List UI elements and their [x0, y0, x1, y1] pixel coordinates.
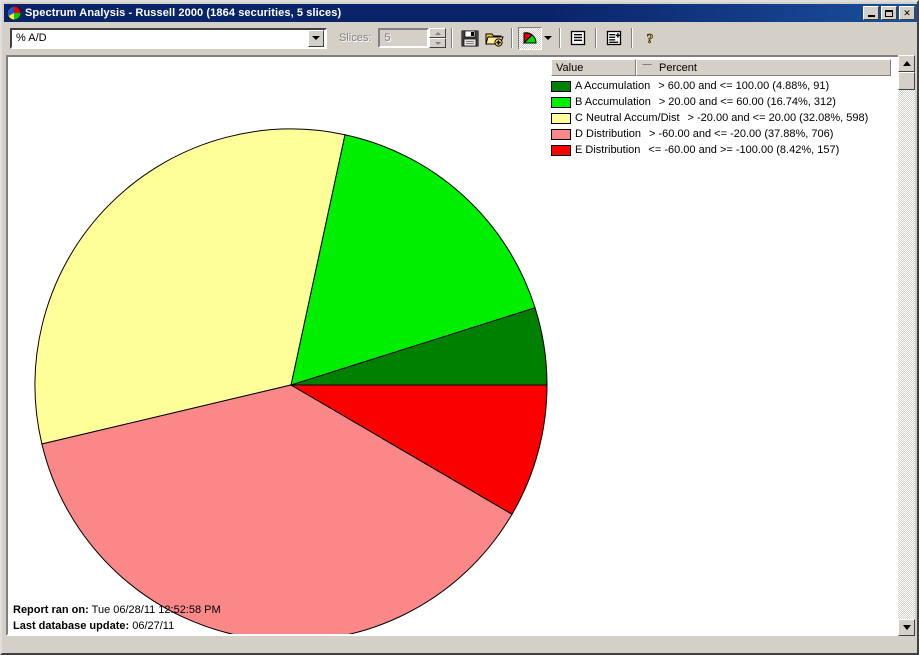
- legend-header: Value Percent: [551, 59, 891, 76]
- window-controls: ✕: [863, 6, 915, 20]
- slices-stepper[interactable]: 5: [378, 28, 447, 48]
- chart-view-button[interactable]: [518, 26, 543, 50]
- title-bar[interactable]: Spectrum Analysis - Russell 2000 (1864 s…: [4, 4, 917, 22]
- toolbar-separator: [511, 28, 514, 48]
- sort-descending-icon: [642, 64, 652, 71]
- pie-chart-icon: [6, 5, 22, 21]
- legend-color-swatch: [551, 144, 571, 156]
- slices-label: Slices:: [339, 32, 372, 44]
- maximize-button[interactable]: [881, 6, 897, 20]
- report-ran-value: Tue 06/28/11 12:52:58 PM: [91, 604, 221, 616]
- scroll-thumb[interactable]: [898, 72, 915, 90]
- slices-increment-button[interactable]: [429, 28, 447, 38]
- db-update-value: 06/27/11: [132, 620, 175, 632]
- triangle-up-icon: [434, 31, 441, 35]
- legend-row[interactable]: E Distribution <= -60.00 and >= -100.00 (…: [551, 142, 891, 158]
- slices-decrement-button[interactable]: [429, 38, 447, 48]
- legend-row[interactable]: D Distribution > -60.00 and <= -20.00 (37…: [551, 126, 891, 142]
- legend-row-name: D Distribution: [575, 128, 642, 140]
- db-update-label: Last database update:: [13, 620, 130, 632]
- triangle-up-icon: [902, 61, 911, 66]
- question-mark-icon: ?: [647, 32, 655, 46]
- legend-row[interactable]: C Neutral Accum/Dist > -20.00 and <= 20.0…: [551, 110, 891, 126]
- report-ran-line: Report ran on: Tue 06/28/11 12:52:58 PM: [13, 602, 221, 618]
- svg-text:?: ?: [647, 32, 654, 46]
- scroll-up-button[interactable]: [898, 55, 915, 72]
- close-button[interactable]: ✕: [899, 6, 915, 20]
- toolbar-separator: [559, 28, 562, 48]
- column-header-value[interactable]: Value: [551, 59, 636, 76]
- legend-row[interactable]: B Accumulation > 20.00 and <= 60.00 (16.7…: [551, 94, 891, 110]
- triangle-down-icon: [434, 41, 441, 45]
- legend-row-description: > -20.00 and <= 20.00 (32.08%, 598): [687, 112, 869, 124]
- slices-value: 5: [384, 32, 391, 44]
- toolbar-separator: [595, 28, 598, 48]
- list-view-button[interactable]: [566, 27, 590, 50]
- report-status: Report ran on: Tue 06/28/11 12:52:58 PM …: [13, 602, 221, 634]
- legend-panel: Value Percent A Accumulation > 60.00 and …: [551, 59, 891, 158]
- legend-row-description: > -60.00 and <= -20.00 (37.88%, 706): [649, 128, 834, 140]
- minimize-button[interactable]: [863, 6, 879, 20]
- floppy-disk-icon: [461, 30, 479, 46]
- legend-row-description: > 20.00 and <= 60.00 (16.74%, 312): [658, 96, 836, 108]
- slices-spin-buttons[interactable]: [429, 28, 447, 48]
- toolbar-separator: [631, 28, 634, 48]
- legend-row-name: C Neutral Accum/Dist: [575, 112, 680, 124]
- spectrum-analysis-window: Spectrum Analysis - Russell 2000 (1864 s…: [0, 0, 919, 655]
- legend-color-swatch: [551, 128, 571, 140]
- column-header-percent-label: Percent: [659, 61, 697, 74]
- minimize-icon: [867, 14, 875, 17]
- legend-row-description: > 60.00 and <= 100.00 (4.88%, 91): [658, 80, 830, 92]
- chevron-down-icon: [544, 36, 553, 40]
- db-update-line: Last database update: 06/27/11: [13, 618, 221, 634]
- indicator-select-value: % A/D: [16, 32, 47, 44]
- list-view-icon: [571, 30, 586, 46]
- window-title: Spectrum Analysis - Russell 2000 (1864 s…: [25, 7, 342, 19]
- save-report-button[interactable]: [458, 27, 482, 50]
- report-ran-label: Report ran on:: [13, 604, 89, 616]
- column-header-value-label: Value: [556, 61, 584, 74]
- vertical-scrollbar[interactable]: [898, 55, 915, 636]
- scroll-down-button[interactable]: [898, 619, 915, 636]
- column-header-percent[interactable]: Percent: [636, 59, 891, 76]
- indicator-select[interactable]: % A/D: [10, 27, 327, 49]
- legend-row-name: B Accumulation: [575, 96, 651, 108]
- triangle-down-icon: [902, 625, 911, 630]
- maximize-icon: [885, 9, 893, 17]
- slices-input[interactable]: 5: [378, 28, 430, 48]
- detail-view-button[interactable]: [602, 27, 626, 50]
- legend-color-swatch: [551, 96, 571, 108]
- detail-list-icon: [607, 30, 622, 46]
- legend-row[interactable]: A Accumulation > 60.00 and <= 100.00 (4.8…: [551, 78, 891, 94]
- legend-row-description: <= -60.00 and >= -100.00 (8.42%, 157): [648, 144, 840, 156]
- help-button[interactable]: ?: [638, 27, 662, 50]
- toolbar-separator: [451, 28, 454, 48]
- legend-color-swatch: [551, 80, 571, 92]
- chart-type-dropdown[interactable]: [542, 27, 554, 50]
- legend-row-name: A Accumulation: [575, 80, 651, 92]
- legend-rows: A Accumulation > 60.00 and <= 100.00 (4.8…: [551, 78, 891, 158]
- open-folder-add-icon: [485, 33, 504, 47]
- toolbar: % A/D Slices: 5 ?: [4, 22, 917, 54]
- legend-row-name: E Distribution: [575, 144, 641, 156]
- legend-color-swatch: [551, 112, 571, 124]
- open-report-button[interactable]: [482, 27, 506, 50]
- pie-chart-icon: [523, 32, 537, 45]
- chevron-down-icon[interactable]: [308, 29, 324, 47]
- report-client-area: Value Percent A Accumulation > 60.00 and …: [6, 55, 902, 636]
- close-icon: ✕: [903, 7, 911, 18]
